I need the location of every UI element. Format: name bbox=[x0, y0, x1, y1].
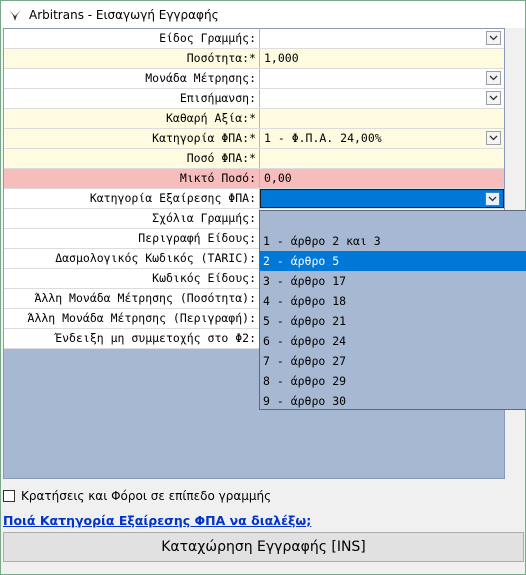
field-label: Κατηγορία ΦΠΑ:* bbox=[4, 129, 259, 148]
field-label: Κωδικός Είδους: bbox=[4, 269, 259, 288]
field-select[interactable] bbox=[260, 29, 504, 48]
field-label: Ποσό ΦΠΑ:* bbox=[4, 149, 259, 168]
taxes-per-line-checkbox[interactable] bbox=[3, 490, 15, 502]
field-label: Είδος Γραμμής: bbox=[4, 29, 259, 48]
title-bar[interactable]: Arbitrans - Εισαγωγή Εγγραφής bbox=[1, 1, 525, 28]
field-label: Ποσότητα:* bbox=[4, 49, 259, 68]
dropdown-option[interactable]: 6 - άρθρο 24 bbox=[260, 331, 526, 351]
taxes-per-line-option[interactable]: Κρατήσεις και Φόροι σε επίπεδο γραμμής bbox=[3, 488, 271, 504]
grid-row: Μικτό Ποσό: 0,00 bbox=[4, 169, 504, 189]
field-label: Σχόλια Γραμμής: bbox=[4, 209, 259, 228]
grid-row: Κατηγορία ΦΠΑ:* 1 - Φ.Π.Α. 24,00% bbox=[4, 129, 504, 149]
field-value: 1,000 bbox=[264, 51, 299, 65]
field-input[interactable]: 1,000 bbox=[260, 49, 504, 68]
chevron-down-icon[interactable] bbox=[486, 31, 501, 45]
grid-row: Επισήμανση: bbox=[4, 89, 504, 109]
dropdown-option[interactable]: 8 - άρθρο 29 bbox=[260, 371, 526, 391]
field-select[interactable]: 1 - Φ.Π.Α. 24,00% bbox=[260, 129, 504, 148]
grid-row: Είδος Γραμμής: bbox=[4, 29, 504, 49]
chevron-down-icon[interactable] bbox=[486, 71, 501, 85]
field-input[interactable] bbox=[260, 149, 504, 168]
save-entry-button[interactable]: Καταχώρηση Εγγραφής [INS] bbox=[3, 532, 524, 562]
dropdown-option[interactable] bbox=[260, 211, 526, 231]
field-label: Περιγραφή Είδους: bbox=[4, 229, 259, 248]
field-label: Ένδειξη μη συμμετοχής στο Φ2: bbox=[4, 329, 259, 348]
field-label: Μονάδα Μέτρησης: bbox=[4, 69, 259, 88]
dropdown-option[interactable]: 5 - άρθρο 21 bbox=[260, 311, 526, 331]
field-label: Άλλη Μονάδα Μέτρησης (Περιγραφή): bbox=[4, 309, 259, 328]
chevron-down-icon[interactable] bbox=[486, 91, 501, 105]
app-logo-icon bbox=[9, 9, 21, 21]
grid-row: Καθαρή Αξία:* bbox=[4, 109, 504, 129]
dropdown-option[interactable]: 9 - άρθρο 30 bbox=[260, 391, 526, 411]
field-select[interactable] bbox=[260, 189, 504, 208]
field-input[interactable]: 0,00 bbox=[260, 169, 504, 188]
vat-exemption-dropdown-list[interactable]: 1 - άρθρο 2 και 32 - άρθρο 53 - άρθρο 17… bbox=[259, 210, 526, 410]
dropdown-option[interactable]: 1 - άρθρο 2 και 3 bbox=[260, 231, 526, 251]
field-value: 1 - Φ.Π.Α. 24,00% bbox=[264, 131, 382, 145]
grid-row: Ποσό ΦΠΑ:* bbox=[4, 149, 504, 169]
field-label: Κατηγορία Εξαίρεσης ΦΠΑ: bbox=[4, 189, 259, 208]
chevron-down-icon[interactable] bbox=[486, 131, 501, 145]
dropdown-option[interactable]: 7 - άρθρο 27 bbox=[260, 351, 526, 371]
field-label: Επισήμανση: bbox=[4, 89, 259, 108]
grid-row: Κατηγορία Εξαίρεσης ΦΠΑ: bbox=[4, 189, 504, 209]
dropdown-option[interactable]: 2 - άρθρο 5 bbox=[260, 251, 526, 271]
vat-exemption-help-link[interactable]: Ποιά Κατηγορία Εξαίρεσης ΦΠΑ να διαλέξω; bbox=[3, 513, 311, 528]
field-select[interactable] bbox=[260, 89, 504, 108]
field-label: Μικτό Ποσό: bbox=[4, 169, 259, 188]
field-label: Άλλη Μονάδα Μέτρησης (Ποσότητα): bbox=[4, 289, 259, 308]
app-window: Arbitrans - Εισαγωγή Εγγραφής Είδος Γραμ… bbox=[0, 0, 526, 575]
taxes-per-line-label: Κρατήσεις και Φόροι σε επίπεδο γραμμής bbox=[21, 489, 272, 503]
field-label: Δασμολογικός Κωδικός (TARIC): bbox=[4, 249, 259, 268]
field-select[interactable] bbox=[260, 69, 504, 88]
grid-row: Ποσότητα:* 1,000 bbox=[4, 49, 504, 69]
window-title: Arbitrans - Εισαγωγή Εγγραφής bbox=[29, 7, 219, 22]
dropdown-option[interactable]: 3 - άρθρο 17 bbox=[260, 271, 526, 291]
field-value: 0,00 bbox=[264, 171, 292, 185]
dropdown-option[interactable]: 4 - άρθρο 18 bbox=[260, 291, 526, 311]
grid-row: Μονάδα Μέτρησης: bbox=[4, 69, 504, 89]
chevron-down-icon[interactable] bbox=[485, 192, 500, 206]
field-label: Καθαρή Αξία:* bbox=[4, 109, 259, 128]
field-input[interactable] bbox=[260, 109, 504, 128]
